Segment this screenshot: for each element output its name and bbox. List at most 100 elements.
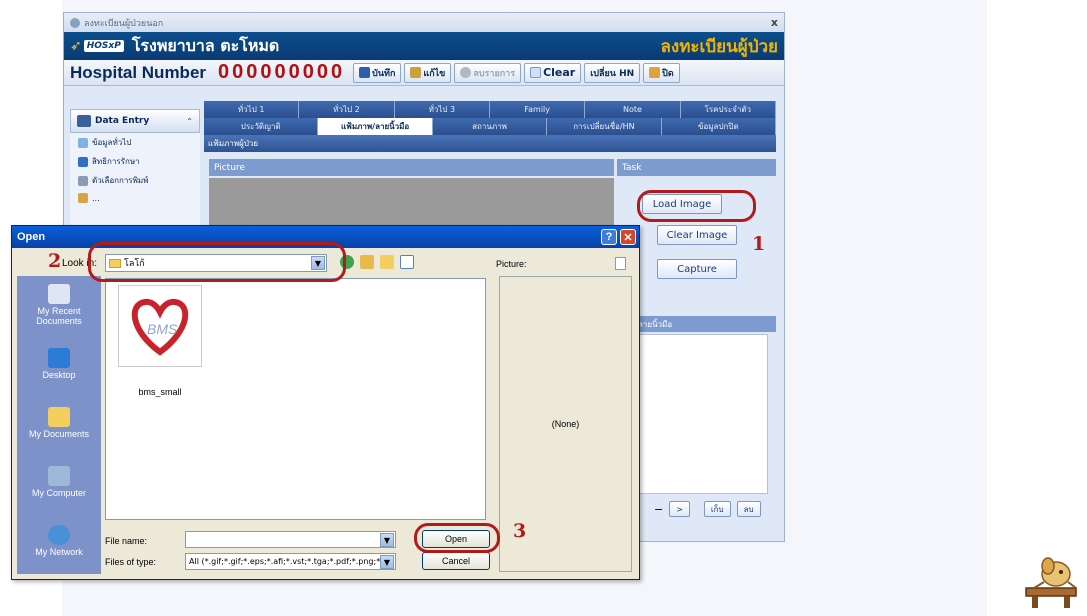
data-entry-header[interactable]: Data Entry ⌃ (70, 109, 200, 133)
annotation-number-1: 1 (752, 233, 766, 255)
files-of-type-value: All (*.gif;*.gif;*.eps;*.afi;*.vst;*.tga… (189, 557, 388, 566)
file-list: BMS bms_small (105, 278, 486, 520)
dialog-toolbar (340, 255, 414, 269)
tab-status[interactable]: สถานภาพ (432, 118, 548, 135)
data-entry-item-label: ... (92, 193, 100, 203)
close-app-button[interactable]: ปิด (643, 62, 680, 83)
data-entry-item-rights[interactable]: สิทธิการรักษา (70, 152, 200, 171)
change-hn-button[interactable]: เปลี่ยน HN (584, 62, 641, 83)
data-entry-item-general[interactable]: ข้อมูลทั่วไป (70, 133, 200, 152)
file-item[interactable]: BMS (118, 285, 202, 367)
save-label: บันทึก (372, 68, 396, 79)
window-title: ลงทะเบียนผู้ป่วยนอก (84, 18, 164, 29)
tab-relatives[interactable]: ประวัติญาติ (204, 118, 319, 135)
mascot-illustration (1025, 557, 1077, 608)
tab-confidential[interactable]: ข้อมูลปกปิด (661, 118, 777, 135)
save-button[interactable]: บันทึก (353, 62, 402, 83)
tab-row-2: ประวัติญาติ แฟ้มภาพ/ลายนิ้วมือ สถานภาพ ก… (204, 118, 777, 135)
hn-value[interactable]: 000000000 (218, 61, 345, 84)
tab-chronic-disease[interactable]: โรคประจำตัว (680, 101, 776, 118)
place-my-computer[interactable]: My Computer (17, 453, 101, 512)
view-menu-icon[interactable] (400, 255, 414, 269)
new-folder-icon[interactable] (380, 255, 394, 269)
annotation-number-2: 2 (48, 250, 62, 272)
data-entry-item-print[interactable]: ตัวเลือกการพิมพ์ (70, 171, 200, 190)
preview-none-text: (None) (551, 419, 580, 429)
section-header: แฟ้มภาพผู้ป่วย (204, 135, 776, 152)
file-name-label: File name: (105, 536, 148, 546)
dialog-close-button[interactable]: ✕ (620, 229, 636, 245)
edit-label: แก้ไข (423, 68, 446, 79)
place-my-network[interactable]: My Network (17, 512, 101, 571)
delete-label: ลบรายการ (473, 68, 516, 79)
place-label: My Recent Documents (36, 306, 82, 326)
image-nav: − > เก็บ ลบ (632, 501, 761, 517)
picture-header: Picture (209, 159, 614, 176)
files-of-type-select[interactable]: All (*.gif;*.gif;*.eps;*.afi;*.vst;*.tga… (185, 553, 396, 570)
clear-image-button[interactable]: Clear Image (657, 225, 737, 245)
my-network-icon (48, 525, 70, 546)
my-computer-icon (48, 466, 70, 487)
place-label: My Documents (28, 429, 90, 440)
close-label: ปิด (662, 68, 674, 79)
tab-note[interactable]: Note (585, 101, 681, 118)
places-bar: My Recent Documents Desktop My Documents… (17, 276, 101, 574)
place-label: My Network (35, 547, 83, 558)
delete-record-button[interactable]: ลบรายการ (454, 62, 522, 83)
next-button[interactable]: > (669, 501, 690, 517)
data-entry-item-label: ตัวเลือกการพิมพ์ (92, 176, 149, 185)
place-recent-documents[interactable]: My Recent Documents (17, 276, 101, 335)
up-folder-icon[interactable] (360, 255, 374, 269)
data-entry-item-label: สิทธิการรักษา (92, 157, 140, 166)
tab-images-fingerprint[interactable]: แฟ้มภาพ/ลายนิ้วมือ (318, 118, 433, 135)
recent-documents-icon (48, 284, 70, 305)
clear-button[interactable]: Clear (524, 62, 582, 83)
banner-title: ลงทะเบียนผู้ป่วย (660, 36, 779, 57)
delete-image-button[interactable]: ลบ (736, 501, 761, 517)
tab-family[interactable]: Family (489, 101, 586, 118)
users-icon (77, 115, 91, 127)
annotation-highlight-load-image (637, 190, 756, 222)
print-options-icon (78, 175, 88, 186)
place-label: My Computer (31, 488, 86, 499)
window-icon (70, 17, 80, 28)
file-name-input[interactable]: ▼ (185, 531, 396, 548)
save-icon (359, 67, 371, 78)
nav-minus[interactable]: − (654, 503, 663, 516)
chevron-down-icon[interactable]: ▼ (380, 555, 394, 569)
tab-row-1: ทั่วไป 1 ทั่วไป 2 ทั่วไป 3 Family Note โ… (204, 101, 776, 118)
fingerprint-area (632, 334, 768, 494)
hospital-banner: ➶ HOSxP โรงพยาบาล ตะโหมด ลงทะเบียนผู้ป่ว… (64, 32, 784, 60)
window-titlebar: ลงทะเบียนผู้ป่วยนอก x (64, 13, 784, 32)
bms-logo-icon: BMS (131, 298, 189, 356)
place-desktop[interactable]: Desktop (17, 335, 101, 394)
tab-general-2[interactable]: ทั่วไป 2 (299, 101, 395, 118)
bms-logo-text: BMS (147, 321, 178, 337)
hn-toolbar: Hospital Number 000000000 บันทึก แก้ไข ล… (64, 60, 784, 86)
data-entry-title: Data Entry (95, 116, 150, 126)
logo-text: HOSxP (83, 40, 124, 52)
eraser-icon (530, 67, 542, 78)
collapse-chevron-icon[interactable]: ⌃ (186, 117, 193, 126)
exit-icon (649, 67, 661, 78)
edit-icon (410, 67, 422, 78)
runner-icon: ➶ (70, 38, 82, 54)
capture-button[interactable]: Capture (657, 259, 737, 279)
place-label: Desktop (42, 370, 76, 381)
hn-label: Hospital Number (70, 62, 207, 82)
rights-icon (78, 156, 88, 167)
tab-name-hn-change[interactable]: การเปลี่ยนชื่อ/HN (547, 118, 662, 135)
data-entry-item-more[interactable]: ... (70, 190, 200, 206)
tab-general-3[interactable]: ทั่วไป 3 (394, 101, 490, 118)
window-close-button[interactable]: x (771, 16, 778, 29)
place-my-documents[interactable]: My Documents (17, 394, 101, 453)
help-button[interactable]: ? (601, 229, 617, 245)
edit-button[interactable]: แก้ไข (404, 62, 452, 83)
data-entry-item-label: ข้อมูลทั่วไป (92, 138, 132, 147)
file-item-name[interactable]: bms_small (118, 387, 202, 397)
chevron-down-icon[interactable]: ▼ (380, 533, 394, 547)
tab-general-1[interactable]: ทั่วไป 1 (204, 101, 300, 118)
people-icon (78, 193, 88, 203)
cancel-button[interactable]: Cancel (422, 552, 490, 570)
keep-button[interactable]: เก็บ (703, 501, 731, 517)
